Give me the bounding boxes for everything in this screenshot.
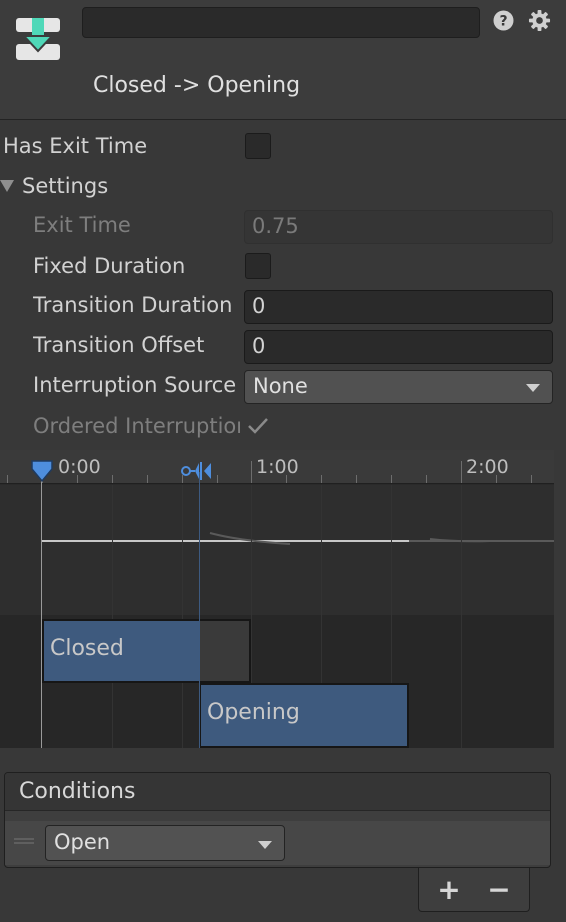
ruler-tick-label: 0:00 bbox=[58, 456, 101, 478]
exit-time-label: Exit Time bbox=[33, 213, 131, 237]
ruler-tick-label: 1:00 bbox=[256, 456, 299, 478]
ruler-tick bbox=[531, 475, 532, 483]
ruler-tick bbox=[391, 475, 392, 483]
add-condition-button[interactable]: + bbox=[429, 872, 469, 908]
foldout-arrow-icon[interactable] bbox=[0, 180, 14, 192]
transition-offset-row: Transition Offset 0 bbox=[0, 329, 566, 365]
ruler-tick-label: 2:00 bbox=[466, 456, 509, 478]
clip-closed-label: Closed bbox=[50, 636, 124, 661]
transition-marker-icon[interactable] bbox=[180, 460, 218, 482]
clip-opening[interactable]: Opening bbox=[199, 683, 409, 748]
settings-foldout[interactable]: Settings bbox=[0, 170, 566, 206]
transition-download-icon bbox=[16, 18, 60, 60]
condition-row[interactable]: Open bbox=[5, 821, 550, 865]
conditions-header: Conditions bbox=[5, 773, 550, 811]
chevron-down-icon bbox=[258, 841, 272, 849]
transition-offset-field[interactable]: 0 bbox=[244, 330, 553, 364]
transition-offset-label: Transition Offset bbox=[33, 333, 205, 357]
has-exit-time-label: Has Exit Time bbox=[3, 134, 148, 158]
help-icon[interactable]: ? bbox=[493, 10, 514, 31]
ruler-tick bbox=[461, 461, 462, 483]
transition-duration-field[interactable]: 0 bbox=[244, 290, 553, 324]
remove-condition-button[interactable]: − bbox=[479, 872, 519, 908]
has-exit-time-row: Has Exit Time bbox=[0, 130, 566, 166]
start-cursor-line bbox=[41, 472, 42, 748]
clip-closed[interactable]: Closed bbox=[42, 619, 251, 683]
grid-line bbox=[461, 485, 462, 748]
ruler-tick bbox=[147, 475, 148, 483]
weight-curve bbox=[42, 532, 554, 545]
ordered-interruption-row: Ordered Interruption bbox=[0, 410, 566, 446]
ruler-tick bbox=[321, 475, 322, 483]
ruler-tick bbox=[426, 475, 427, 483]
checkmark-icon bbox=[248, 418, 268, 434]
transition-duration-row: Transition Duration 0 bbox=[0, 289, 566, 325]
interruption-source-row: Interruption Source None bbox=[0, 369, 566, 405]
interruption-source-value: None bbox=[253, 374, 308, 398]
transition-title: Closed -> Opening bbox=[93, 73, 301, 98]
state-name-field[interactable] bbox=[82, 7, 480, 38]
fixed-duration-checkbox[interactable] bbox=[245, 253, 271, 279]
grid-line bbox=[112, 485, 113, 748]
svg-text:?: ? bbox=[499, 14, 507, 30]
has-exit-time-checkbox[interactable] bbox=[245, 133, 271, 159]
conditions-title: Conditions bbox=[19, 779, 136, 804]
condition-parameter-value: Open bbox=[54, 830, 111, 854]
exit-time-field: 0.75 bbox=[244, 210, 553, 244]
transition-timeline[interactable]: 0:00 1:00 2:00 Closed Opening bbox=[0, 450, 554, 748]
inspector-header: ? Closed -> Opening bbox=[0, 0, 566, 120]
transition-duration-label: Transition Duration bbox=[33, 293, 233, 317]
interruption-source-dropdown[interactable]: None bbox=[244, 370, 553, 404]
ruler-tick bbox=[7, 475, 8, 483]
fixed-duration-label: Fixed Duration bbox=[33, 254, 186, 278]
exit-time-row: Exit Time 0.75 bbox=[0, 209, 566, 245]
gear-icon[interactable] bbox=[528, 9, 551, 32]
condition-parameter-dropdown[interactable]: Open bbox=[45, 825, 285, 861]
start-marker-icon[interactable] bbox=[30, 459, 54, 483]
conditions-list: Conditions Open bbox=[4, 772, 551, 868]
ruler-tick bbox=[356, 475, 357, 483]
weight-curve-area bbox=[0, 485, 554, 615]
chevron-down-icon bbox=[526, 384, 540, 392]
conditions-footer: + − bbox=[418, 868, 530, 912]
ruler-tick bbox=[112, 475, 113, 483]
clip-opening-label: Opening bbox=[207, 700, 300, 725]
interruption-source-label: Interruption Source bbox=[33, 373, 237, 397]
timeline-ruler[interactable]: 0:00 1:00 2:00 bbox=[0, 450, 554, 484]
ordered-interruption-label: Ordered Interruption bbox=[33, 414, 240, 438]
grid-line bbox=[182, 485, 183, 748]
transition-cursor-line bbox=[199, 472, 200, 748]
settings-label: Settings bbox=[22, 174, 109, 198]
drag-handle-icon[interactable] bbox=[14, 838, 34, 844]
fixed-duration-row: Fixed Duration bbox=[0, 250, 566, 286]
ruler-tick bbox=[251, 461, 252, 483]
